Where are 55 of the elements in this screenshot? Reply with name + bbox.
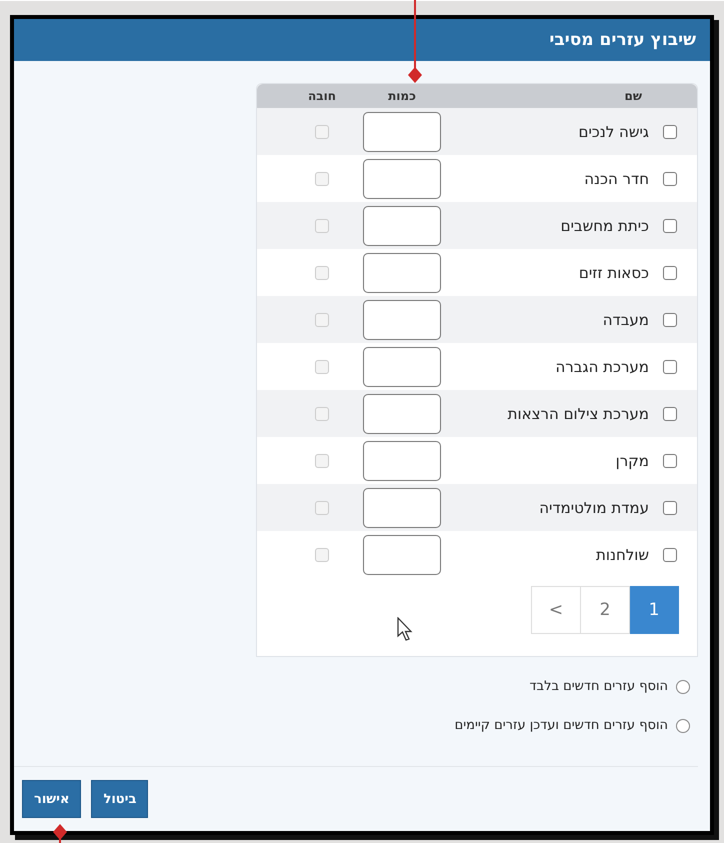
row-checkbox[interactable] <box>663 548 677 562</box>
required-checkbox[interactable] <box>315 406 329 420</box>
item-name: כיתת מחשבים <box>560 216 649 234</box>
column-header: שם <box>624 89 643 103</box>
quantity-field[interactable] <box>363 112 441 152</box>
radio-button[interactable] <box>676 718 690 732</box>
quantity-field[interactable] <box>363 488 441 528</box>
row-checkbox[interactable] <box>663 266 677 280</box>
item-name: מערכת הגברה <box>555 358 649 376</box>
row-checkbox[interactable] <box>663 454 677 468</box>
required-checkbox[interactable] <box>315 266 329 280</box>
row-checkbox[interactable] <box>663 218 677 232</box>
dialog-title: שיבוץ עזרים מסיבי <box>549 30 696 50</box>
row-checkbox[interactable] <box>663 124 677 138</box>
row-checkbox[interactable] <box>663 172 677 186</box>
item-name: חדר הכנה <box>584 170 649 188</box>
item-name: כסאות זזים <box>578 264 649 282</box>
quantity-field[interactable] <box>363 300 441 340</box>
radio-button[interactable] <box>676 680 690 694</box>
item-name: מעבדה <box>602 310 649 328</box>
quantity-field[interactable] <box>363 252 441 292</box>
required-checkbox[interactable] <box>315 454 329 468</box>
page-button[interactable]: 1 <box>629 586 679 634</box>
row-checkbox[interactable] <box>663 406 677 420</box>
annotation-marker <box>52 823 68 843</box>
quantity-field[interactable] <box>363 346 441 386</box>
required-checkbox[interactable] <box>315 312 329 326</box>
page-button[interactable]: < <box>531 586 581 634</box>
quantity-field[interactable] <box>363 206 441 246</box>
page-button[interactable]: 2 <box>580 586 630 634</box>
required-checkbox[interactable] <box>315 124 329 138</box>
row-checkbox[interactable] <box>663 312 677 326</box>
quantity-field[interactable] <box>363 158 441 198</box>
required-checkbox[interactable] <box>315 360 329 374</box>
option-label: הוסף עזרים חדשים ועדכן עזרים קיימים <box>454 718 668 733</box>
item-name: שולחנות <box>596 546 649 564</box>
item-name: מערכת צילום הרצאות <box>508 404 649 422</box>
required-checkbox[interactable] <box>315 218 329 232</box>
required-checkbox[interactable] <box>315 500 329 514</box>
column-header: חובה <box>307 89 337 103</box>
dialog-button[interactable]: אישור <box>22 780 82 818</box>
required-checkbox[interactable] <box>315 172 329 186</box>
item-name: גישה לנכים <box>578 122 649 140</box>
quantity-field[interactable] <box>363 534 441 574</box>
item-name: מקרן <box>616 452 649 470</box>
dialog-button[interactable]: ביטול <box>91 780 148 818</box>
cursor-icon <box>397 617 415 643</box>
quantity-field[interactable] <box>363 394 441 434</box>
option-label: הוסף עזרים חדשים בלבד <box>529 679 668 694</box>
row-checkbox[interactable] <box>663 500 677 514</box>
row-checkbox[interactable] <box>663 360 677 374</box>
item-name: עמדת מולטימדיה <box>539 498 649 516</box>
required-checkbox[interactable] <box>315 548 329 562</box>
column-header: כמות <box>387 89 417 103</box>
quantity-field[interactable] <box>363 440 441 480</box>
